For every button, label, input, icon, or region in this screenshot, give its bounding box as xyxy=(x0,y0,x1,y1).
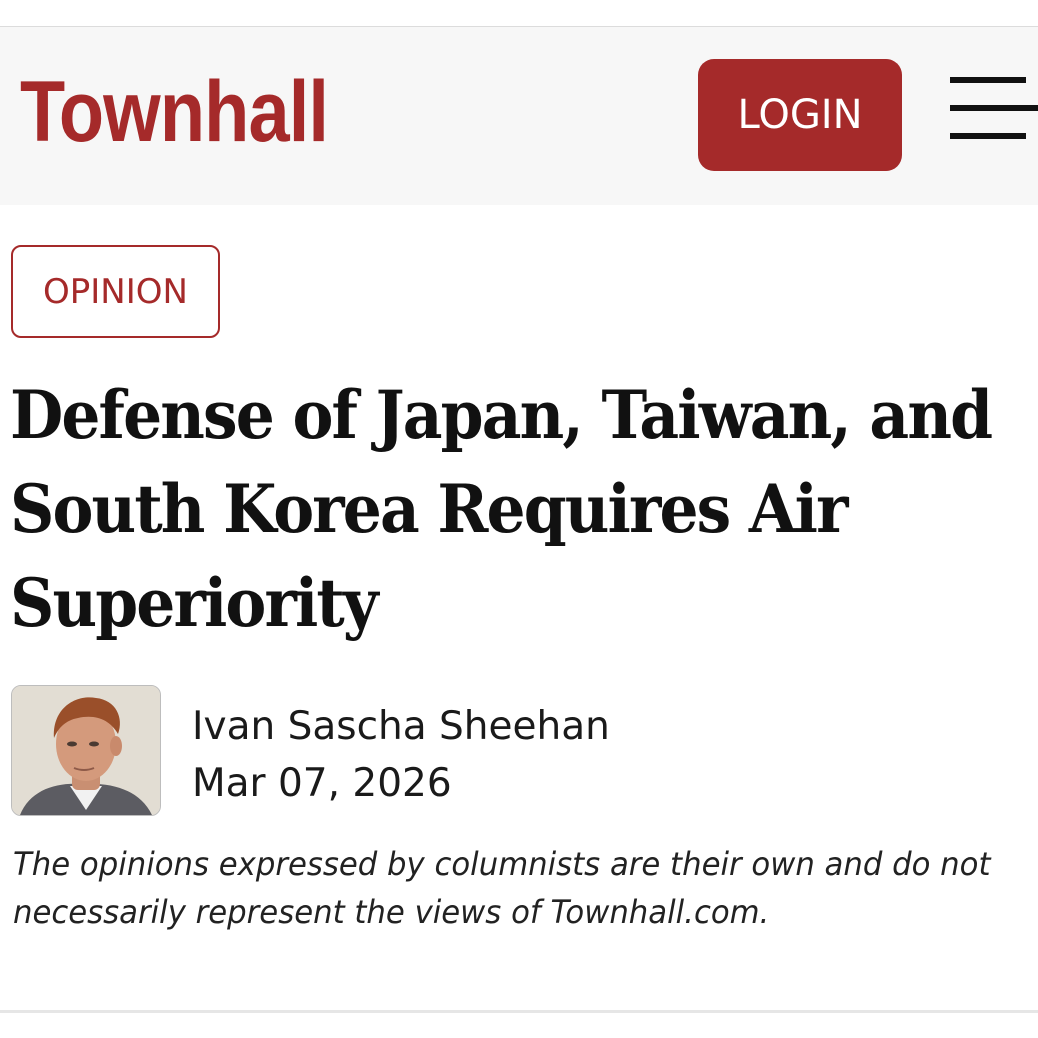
login-button[interactable]: LOGIN xyxy=(698,59,902,171)
bottom-divider xyxy=(0,1010,1038,1013)
author-avatar[interactable] xyxy=(11,685,161,816)
opinion-disclaimer: The opinions expressed by columnists are… xyxy=(13,845,991,931)
hamburger-menu-icon[interactable] xyxy=(950,77,1038,139)
category-badge[interactable]: OPINION xyxy=(11,245,220,338)
publish-date: Mar 07, 2026 xyxy=(192,761,452,806)
townhall-logo[interactable]: Townhall xyxy=(20,69,329,155)
article-headline: Defense of Japan, Taiwan, and South Kore… xyxy=(10,376,993,642)
menu-bar xyxy=(950,105,1038,111)
author-name[interactable]: Ivan Sascha Sheehan xyxy=(192,704,610,750)
menu-bar xyxy=(950,77,1026,83)
author-photo xyxy=(12,686,160,815)
menu-bar xyxy=(950,133,1026,139)
site-header: Townhall LOGIN xyxy=(0,27,1038,205)
